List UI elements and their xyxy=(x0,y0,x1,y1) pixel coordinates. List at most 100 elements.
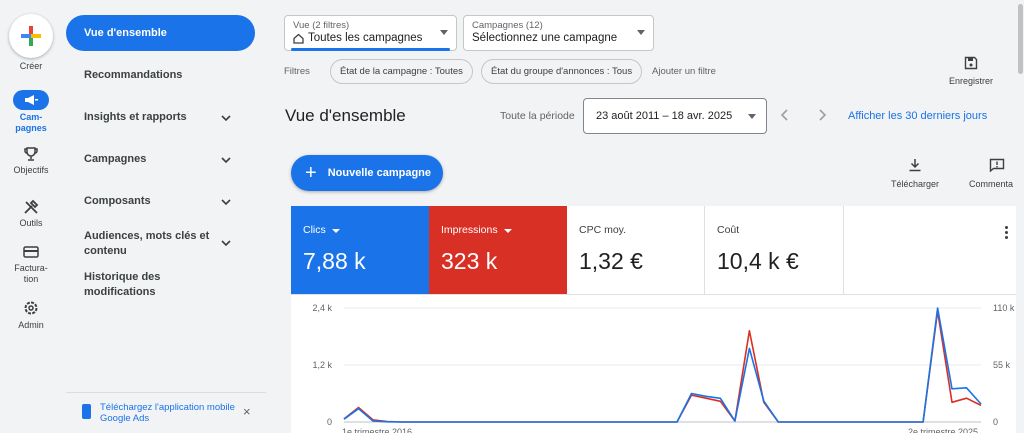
plus-icon: + xyxy=(305,162,317,184)
last-30-days-link[interactable]: Afficher les 30 derniers jours xyxy=(848,110,987,122)
left-tick-label: 1,2 k xyxy=(312,360,332,370)
nav-item-change-history[interactable]: Historique des modifications xyxy=(84,270,194,300)
metric-cost-value: 10,4 k € xyxy=(717,248,799,274)
home-icon xyxy=(293,33,304,44)
scrollbar[interactable] xyxy=(1016,0,1024,433)
date-range-value: 23 août 2011 – 18 avr. 2025 xyxy=(596,110,733,122)
rail-label-billing-1: Factura- xyxy=(14,263,48,273)
right-tick-label: 0 xyxy=(993,417,998,427)
tools-icon xyxy=(24,199,39,214)
filters-label: Filtres xyxy=(284,66,310,77)
series-line-impressions xyxy=(343,310,982,423)
app-promo-link[interactable]: Téléchargez l'application mobile Google … xyxy=(82,402,242,424)
right-axis: 0 55 k 110 k xyxy=(993,303,1015,427)
rail-label-objectives: Objectifs xyxy=(13,165,49,175)
app-promo-text: Téléchargez l'application mobile Google … xyxy=(100,402,235,424)
caret-down-icon xyxy=(503,228,512,233)
main-content: Vue (2 filtres) Toutes les campagnes Cam… xyxy=(270,0,1024,433)
campaign-selector[interactable]: Campagnes (12) Sélectionnez une campagne xyxy=(463,15,654,51)
view-selector[interactable]: Vue (2 filtres) Toutes les campagnes xyxy=(284,15,457,51)
comment-label: Commenta xyxy=(969,179,1014,189)
view-selector-underline xyxy=(291,48,450,51)
x-axis: 1e trimestre 2016 2e trimestre 2025 xyxy=(342,427,978,433)
campaign-selector-value: Sélectionnez une campagne xyxy=(472,32,618,44)
metric-cost-label: Coût xyxy=(717,224,740,236)
dropdown-caret-icon xyxy=(440,30,448,35)
plus-icon xyxy=(21,26,41,46)
new-campaign-label: Nouvelle campagne xyxy=(327,167,432,179)
x-tick-label: 1e trimestre 2016 xyxy=(342,427,412,433)
filter-chip-adgroup-status[interactable]: État du groupe d'annonces : Tous xyxy=(481,59,643,84)
megaphone-icon xyxy=(25,95,38,105)
metric-avg-cpc-value: 1,32 € xyxy=(579,248,643,274)
left-axis: 0 1,2 k 2,4 k xyxy=(312,303,332,427)
nav-divider xyxy=(66,392,266,393)
chevron-down-icon[interactable] xyxy=(220,112,232,124)
rail-label-campaigns-2: pagnes xyxy=(15,123,47,133)
metric-clicks-label: Clics xyxy=(303,224,326,236)
rail-item-tools[interactable]: Outils xyxy=(0,199,62,229)
chevron-down-icon[interactable] xyxy=(220,237,232,249)
metric-cost[interactable]: Coût 10,4 k € xyxy=(705,206,844,294)
dropdown-caret-icon xyxy=(748,114,756,119)
campaign-selector-caption: Campagnes (12) xyxy=(472,20,543,31)
period-label: Toute la période xyxy=(500,110,575,122)
caret-down-icon xyxy=(331,228,340,233)
chevron-left-icon[interactable] xyxy=(778,108,792,122)
add-filter-link[interactable]: Ajouter un filtre xyxy=(652,66,716,77)
new-campaign-button[interactable]: + Nouvelle campagne xyxy=(291,155,443,191)
chart-grid xyxy=(344,307,981,423)
left-tick-label: 2,4 k xyxy=(312,303,332,313)
left-rail: Créer Cam- pagnes Objectifs Outils Factu… xyxy=(0,0,62,433)
nav-item-recommendations[interactable]: Recommandations xyxy=(84,68,244,83)
create-button[interactable] xyxy=(9,14,53,58)
performance-card: Clics 7,88 k Impressions 323 k CPC moy. … xyxy=(291,206,1024,433)
rail-item-objectives[interactable]: Objectifs xyxy=(0,146,62,176)
dropdown-caret-icon xyxy=(637,30,645,35)
x-tick-label: 2e trimestre 2025 xyxy=(908,427,978,433)
left-tick-label: 0 xyxy=(327,417,332,427)
metric-clicks-value: 7,88 k xyxy=(303,248,366,274)
metric-avg-cpc-label: CPC moy. xyxy=(579,224,627,236)
performance-chart: 0 1,2 k 2,4 k 0 55 k 110 k 1e trimestre 2016… xyxy=(312,303,1015,433)
save-button[interactable]: Enregistrer xyxy=(944,56,998,86)
date-range-picker[interactable]: 23 août 2011 – 18 avr. 2025 xyxy=(583,98,767,134)
metric-impressions-value: 323 k xyxy=(441,248,498,274)
close-icon[interactable]: × xyxy=(243,404,251,419)
download-button[interactable]: Télécharger xyxy=(887,158,943,189)
metric-impressions-label: Impressions xyxy=(441,224,498,236)
nav-item-audiences[interactable]: Audiences, mots clés et contenu xyxy=(84,229,214,259)
trophy-icon xyxy=(24,147,38,161)
filter-chip-campaign-status[interactable]: État de la campagne : Toutes xyxy=(330,59,473,84)
create-label: Créer xyxy=(19,61,43,71)
rail-item-billing[interactable]: Factura- tion xyxy=(0,245,62,285)
rail-label-admin: Admin xyxy=(18,320,44,330)
rail-item-campaigns[interactable]: Cam- pagnes xyxy=(0,90,62,134)
right-tick-label: 110 k xyxy=(993,303,1015,313)
save-label: Enregistrer xyxy=(948,76,993,86)
download-icon xyxy=(909,159,921,172)
metric-clicks[interactable]: Clics 7,88 k xyxy=(291,206,429,294)
page-title: Vue d'ensemble xyxy=(285,106,406,125)
chevron-down-icon[interactable] xyxy=(220,196,232,208)
scrollbar-thumb[interactable] xyxy=(1018,4,1023,74)
comment-icon xyxy=(989,158,1005,172)
chevron-right-icon[interactable] xyxy=(815,108,829,122)
credit-card-icon xyxy=(23,246,39,258)
download-label: Télécharger xyxy=(890,179,940,189)
rail-label-campaigns-1: Cam- xyxy=(19,112,43,122)
metric-avg-cpc[interactable]: CPC moy. 1,32 € xyxy=(567,206,705,294)
rail-label-tools: Outils xyxy=(19,218,43,228)
metric-impressions[interactable]: Impressions 323 k xyxy=(429,206,567,294)
right-tick-label: 55 k xyxy=(993,360,1011,370)
more-vert-icon[interactable] xyxy=(1005,226,1009,241)
rail-item-admin[interactable]: Admin xyxy=(0,300,62,331)
view-selector-value: Toutes les campagnes xyxy=(308,32,423,44)
phone-icon xyxy=(82,404,91,419)
rail-label-billing-2: tion xyxy=(23,274,39,284)
save-icon xyxy=(964,56,978,70)
nav-item-overview[interactable]: Vue d'ensemble xyxy=(66,15,255,51)
side-nav: Vue d'ensemble Recommandations Insights … xyxy=(62,0,270,433)
view-selector-caption: Vue (2 filtres) xyxy=(293,20,350,31)
chevron-down-icon[interactable] xyxy=(220,154,232,166)
